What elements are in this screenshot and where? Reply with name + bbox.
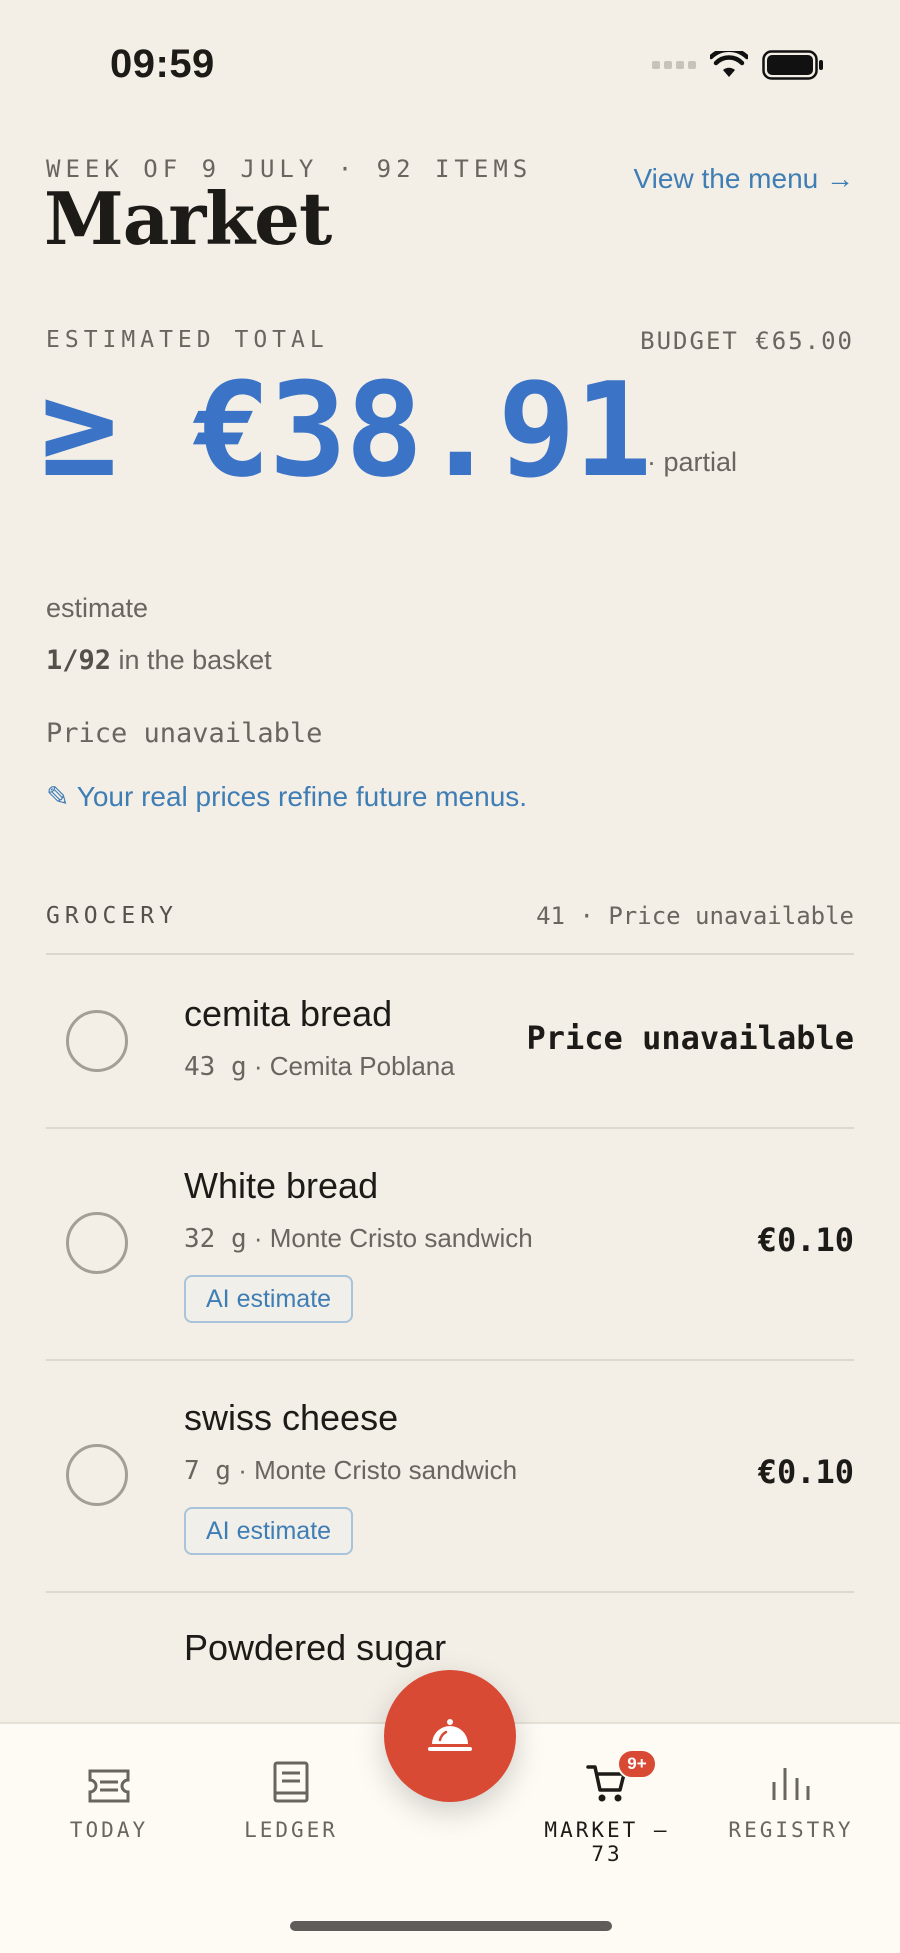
budget-value: BUDGET €65.00	[640, 327, 854, 355]
estimate-label: estimate	[46, 593, 149, 623]
nav-tab-registry[interactable]: REGISTRY	[706, 1754, 876, 1842]
list-item[interactable]: swiss cheese 7 g · Monte Cristo sandwich…	[46, 1361, 854, 1591]
item-qty: 7 g	[184, 1456, 231, 1486]
section-title: GROCERY	[46, 903, 178, 929]
item-qty: 32 g	[184, 1224, 247, 1254]
nav-tab-today[interactable]: TODAY	[24, 1754, 194, 1842]
item-price: Price unavailable	[526, 1019, 854, 1057]
ticket-icon	[88, 1769, 130, 1803]
battery-icon	[762, 50, 823, 80]
item-name: Powdered sugar	[184, 1627, 447, 1668]
nav-label: TODAY	[69, 1818, 149, 1842]
list-item[interactable]: cemita bread 43 g · Cemita Poblana Price…	[46, 955, 854, 1127]
status-time: 09:59	[110, 42, 215, 86]
list-item[interactable]: White bread 32 g · Monte Cristo sandwich…	[46, 1129, 854, 1359]
item-name: swiss cheese	[184, 1397, 399, 1438]
cellular-signal-icon	[652, 61, 696, 69]
home-indicator	[290, 1921, 612, 1931]
basket-count-value: 1/92	[46, 645, 112, 676]
partial-note: · partial	[647, 447, 738, 477]
cook-fab-button[interactable]	[384, 1670, 516, 1802]
status-icons	[652, 50, 824, 80]
page-title: Market	[44, 176, 332, 261]
cart-count-badge: 9+	[617, 1749, 657, 1779]
nav-label: LEDGER	[244, 1818, 338, 1842]
price-status: Price unavailable	[46, 718, 323, 749]
view-menu-link[interactable]: View the menu →	[634, 163, 855, 195]
bar-chart-icon	[772, 1768, 810, 1800]
wifi-icon	[710, 51, 748, 77]
item-qty: 43 g	[184, 1052, 247, 1082]
checkbox[interactable]	[66, 1010, 128, 1072]
item-name: White bread	[184, 1165, 379, 1206]
refine-prices-link[interactable]: ✎ Your real prices refine future menus.	[46, 780, 527, 813]
estimated-total-label: ESTIMATED TOTAL	[46, 327, 329, 353]
nav-label: REGISTRY	[728, 1818, 854, 1842]
item-name: cemita bread	[184, 993, 393, 1034]
item-detail: 43 g · Cemita Poblana	[184, 1051, 455, 1082]
checkbox[interactable]	[66, 1212, 128, 1274]
basket-count-suffix: in the basket	[111, 645, 272, 675]
checkbox[interactable]	[66, 1444, 128, 1506]
cloche-icon	[428, 1719, 472, 1751]
section-meta: 41 · Price unavailable	[536, 902, 854, 930]
estimated-total: ≥ €38.91	[40, 354, 652, 506]
item-price: €0.10	[757, 1221, 854, 1259]
item-source: · Monte Cristo sandwich	[230, 1455, 518, 1485]
item-detail: 7 g · Monte Cristo sandwich	[184, 1455, 517, 1486]
nav-label: MARKET — 73	[544, 1818, 670, 1866]
item-source: · Monte Cristo sandwich	[246, 1223, 533, 1253]
basket-count: 1/92 in the basket	[46, 645, 272, 676]
ai-estimate-badge: AI estimate	[184, 1275, 354, 1323]
item-price: €0.10	[757, 1453, 854, 1491]
item-detail: 32 g · Monte Cristo sandwich	[184, 1223, 533, 1254]
nav-tab-market[interactable]: 9+ MARKET — 73	[522, 1749, 692, 1866]
item-source: · Cemita Poblana	[246, 1051, 455, 1081]
ai-estimate-badge: AI estimate	[184, 1507, 354, 1555]
nav-tab-ledger[interactable]: LEDGER	[206, 1754, 376, 1842]
book-icon	[273, 1761, 309, 1803]
